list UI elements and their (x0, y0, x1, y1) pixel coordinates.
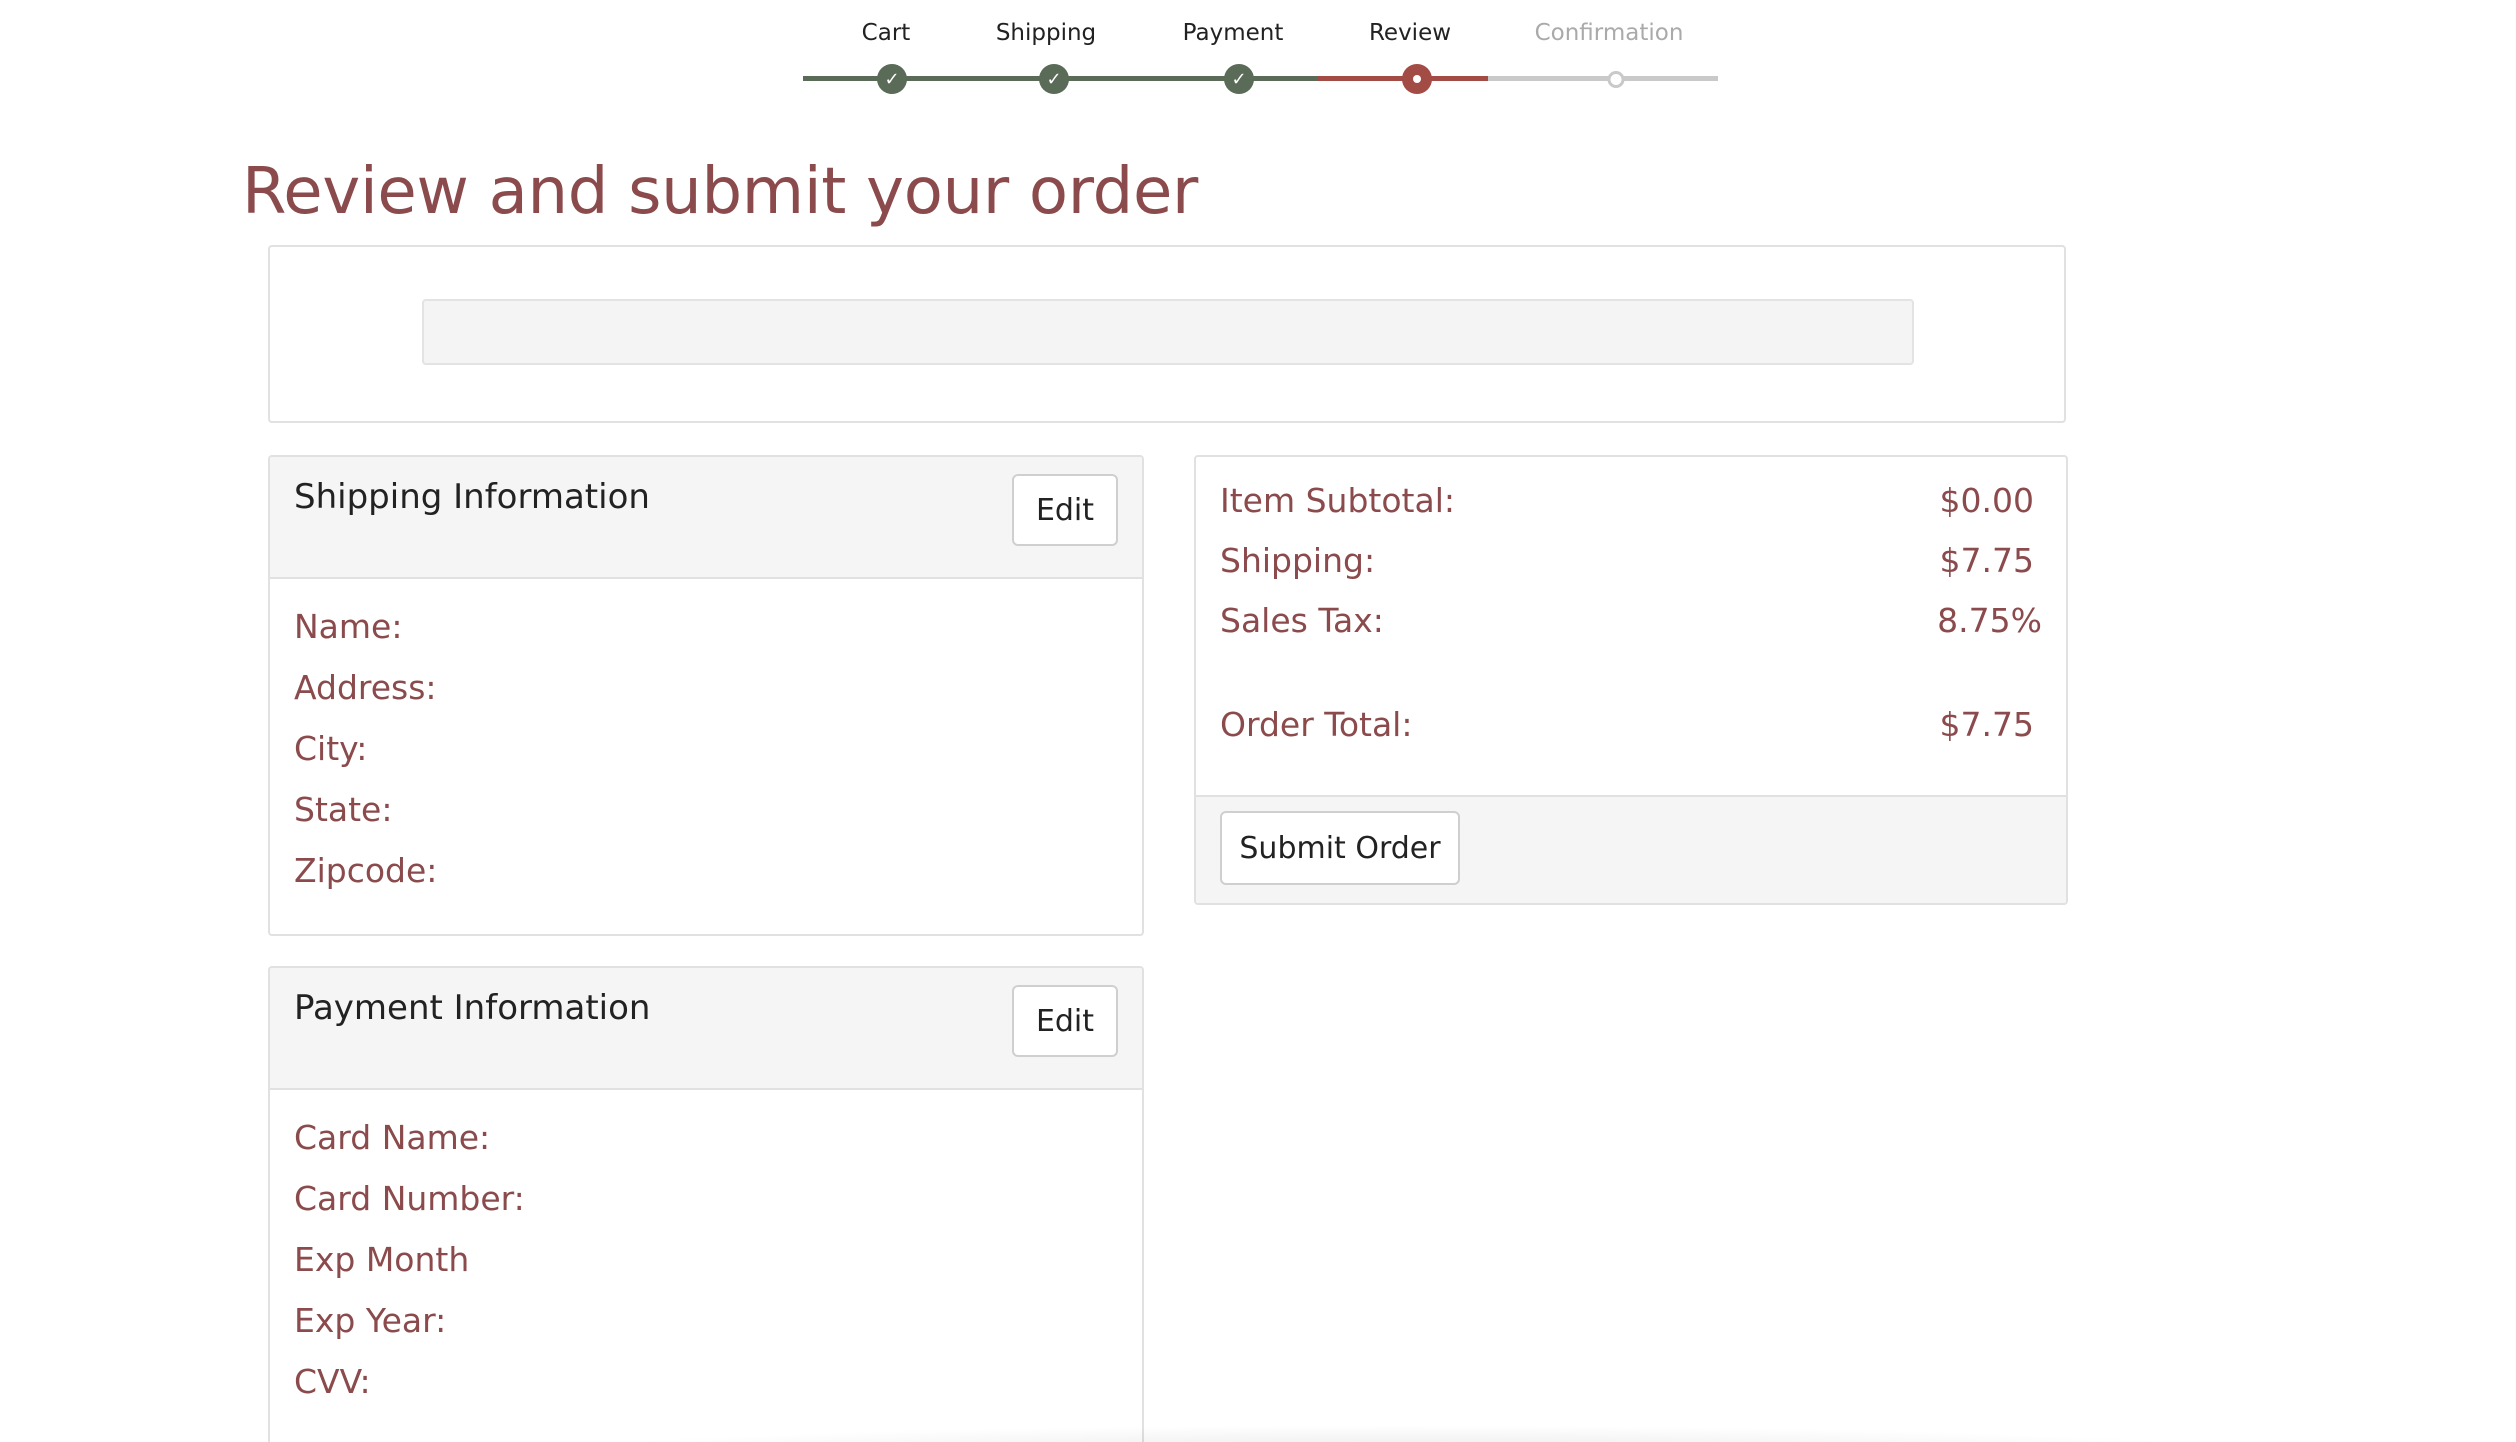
step-confirmation-pending-icon (1607, 71, 1625, 88)
order-summary-body: Item Subtotal: $0.00 Shipping: $7.75 Sal… (1196, 457, 2066, 795)
step-shipping-check-icon[interactable] (1039, 64, 1069, 94)
step-review-current-icon (1402, 64, 1432, 94)
order-summary-panel: Item Subtotal: $0.00 Shipping: $7.75 Sal… (1194, 455, 2068, 905)
shipping-cost-label: Shipping: (1220, 541, 1376, 580)
payment-card-name-label: Card Name: (294, 1118, 491, 1157)
shipping-cost-value: $7.75 (1939, 541, 2034, 580)
sales-tax-value: 8.75% (1937, 601, 2042, 640)
subtotal-label: Item Subtotal: (1220, 481, 1455, 520)
step-label-cart[interactable]: Cart (862, 20, 911, 46)
shipping-city-label: City: (294, 729, 368, 768)
shipping-address-label: Address: (294, 668, 437, 707)
shipping-zipcode-label: Zipcode: (294, 851, 438, 890)
payment-information-panel: Payment Information Edit Card Name: Card… (268, 966, 1144, 1442)
order-items-panel (268, 245, 2066, 423)
shipping-panel-header: Shipping Information Edit (270, 457, 1142, 579)
progress-segment-shipping (1090, 76, 1318, 81)
shipping-state-label: State: (294, 790, 393, 829)
payment-exp-month-label: Exp Month (294, 1240, 470, 1279)
step-label-payment[interactable]: Payment (1183, 20, 1284, 46)
payment-cvv-label: CVV: (294, 1362, 371, 1401)
progress-segment-confirmation (1488, 76, 1718, 81)
order-total-label: Order Total: (1220, 705, 1413, 744)
step-label-confirmation: Confirmation (1534, 20, 1684, 46)
sales-tax-label: Sales Tax: (1220, 601, 1384, 640)
payment-exp-year-label: Exp Year: (294, 1301, 447, 1340)
shipping-panel-title: Shipping Information (294, 477, 650, 517)
shipping-edit-button[interactable]: Edit (1012, 474, 1118, 546)
step-label-review: Review (1368, 20, 1452, 46)
payment-card-number-label: Card Number: (294, 1179, 525, 1218)
shipping-information-panel: Shipping Information Edit Name: Address:… (268, 455, 1144, 936)
submit-order-button[interactable]: Submit Order (1220, 811, 1460, 885)
order-items-well (422, 299, 1914, 365)
step-payment-check-icon[interactable] (1224, 64, 1254, 94)
payment-edit-button[interactable]: Edit (1012, 985, 1118, 1057)
page-title: Review and submit your order (242, 155, 1199, 229)
payment-panel-title: Payment Information (294, 988, 651, 1028)
summary-row-subtotal: Item Subtotal: $0.00 (1220, 479, 2042, 523)
subtotal-value: $0.00 (1939, 481, 2034, 520)
step-cart-check-icon[interactable] (877, 64, 907, 94)
summary-row-sales-tax: Sales Tax: 8.75% (1220, 599, 2042, 643)
summary-row-shipping: Shipping: $7.75 (1220, 539, 2042, 583)
shipping-field-list: Name: Address: City: State: Zipcode: (270, 579, 1142, 910)
summary-row-order-total: Order Total: $7.75 (1220, 703, 2042, 747)
payment-field-list: Card Name: Card Number: Exp Month Exp Ye… (270, 1090, 1142, 1421)
order-summary-footer: Submit Order (1196, 795, 2066, 903)
checkout-progress-stepper: Cart Shipping Payment Review Confirmatio… (0, 0, 2516, 110)
payment-panel-header: Payment Information Edit (270, 968, 1142, 1090)
checkout-review-page: Cart Shipping Payment Review Confirmatio… (0, 0, 2516, 1442)
order-total-value: $7.75 (1939, 705, 2034, 744)
step-label-shipping[interactable]: Shipping (996, 20, 1096, 46)
shipping-name-label: Name: (294, 607, 403, 646)
